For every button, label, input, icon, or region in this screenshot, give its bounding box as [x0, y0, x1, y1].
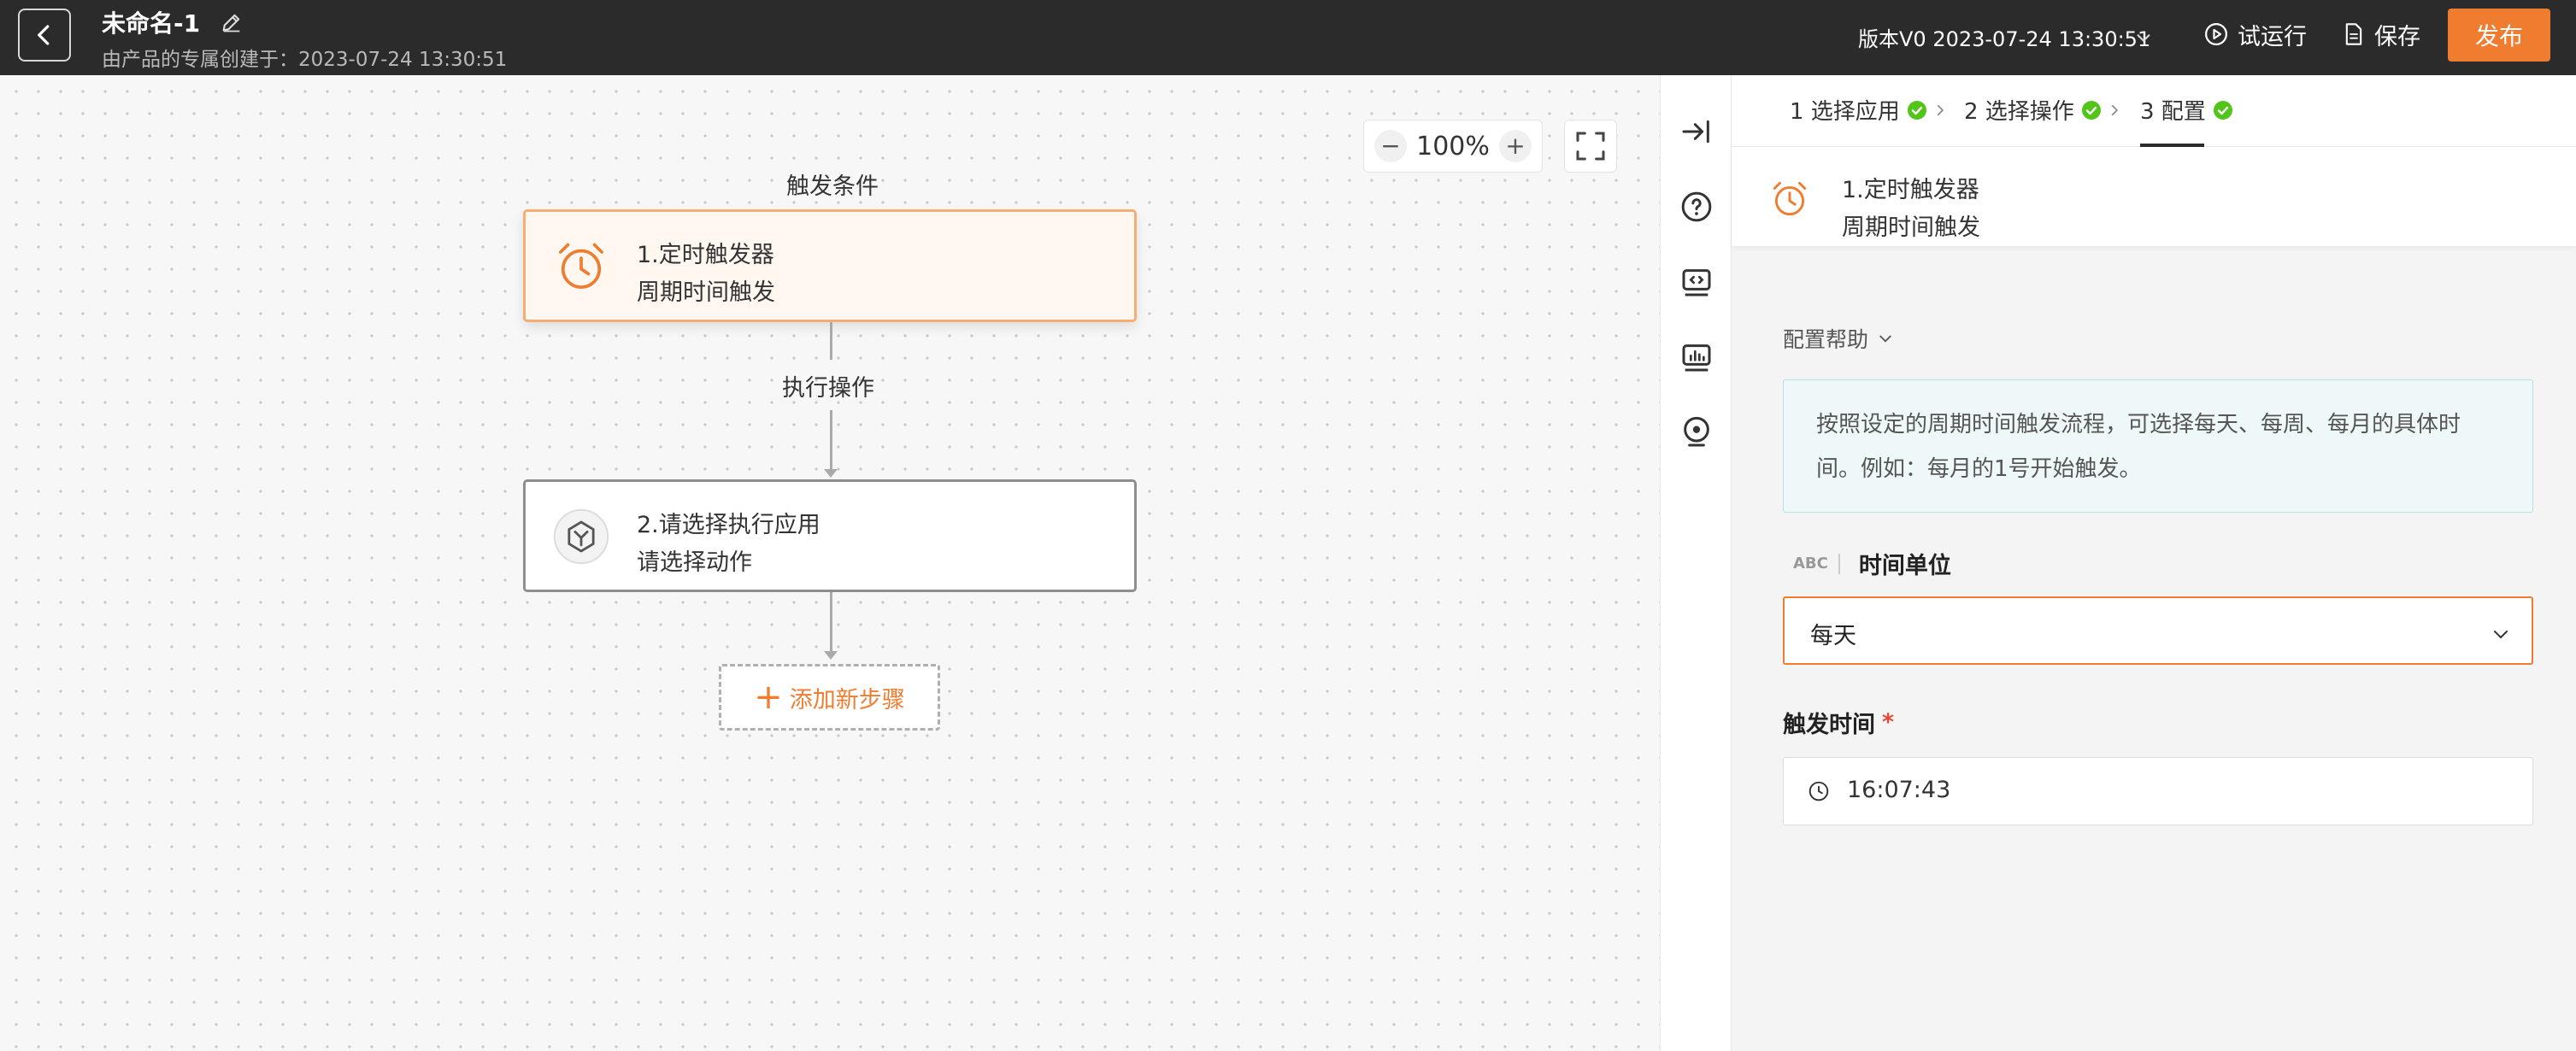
- app-cube-icon: [553, 508, 609, 565]
- version-selector[interactable]: 版本V0 2023-07-24 13:30:51: [1858, 22, 2150, 52]
- add-step-label: 添加新步骤: [789, 686, 905, 713]
- node-subtitle: 请选择动作: [637, 549, 752, 576]
- connector-line: [830, 322, 832, 360]
- test-run-label: 试运行: [2238, 23, 2307, 50]
- alarm-clock-icon: [1773, 181, 1807, 216]
- node-title: 2.请选择执行应用: [637, 512, 820, 538]
- log-icon[interactable]: [1679, 340, 1714, 374]
- chevron-down-icon: [2494, 631, 2508, 639]
- connector-arrow: [824, 469, 838, 478]
- side-rail: [1660, 75, 1732, 1051]
- document-icon: [2345, 23, 2362, 45]
- collapse-panel-icon[interactable]: [1679, 114, 1714, 149]
- chevron-down-icon[interactable]: [2134, 28, 2153, 47]
- time-unit-label: ABC 时间单位: [1793, 547, 1951, 580]
- zoom-in-button[interactable]: +: [1499, 130, 1532, 162]
- summary-subtitle: 周期时间触发: [1842, 214, 1980, 241]
- zoom-out-button[interactable]: −: [1374, 130, 1407, 162]
- title-area: 未命名-1: [102, 5, 244, 39]
- divider: [1838, 553, 1840, 574]
- play-circle-icon: [2205, 23, 2227, 45]
- steps-bar: 1 选择应用 2 选择操作 3 配置: [1732, 75, 2576, 147]
- flow-subtitle: 由产品的专属创建于：2023-07-24 13:30:51: [102, 49, 508, 71]
- time-unit-select[interactable]: 每天: [1783, 596, 2533, 665]
- active-step-indicator: [2140, 144, 2204, 147]
- plus-icon: +: [754, 678, 783, 717]
- edit-pencil-icon[interactable]: [220, 10, 244, 34]
- trigger-time-label: 触发时间 *: [1783, 706, 1894, 739]
- node-title: 1.定时触发器: [637, 242, 774, 268]
- zoom-control: − 100% +: [1363, 120, 1543, 173]
- step-select-app[interactable]: 1 选择应用: [1790, 94, 1948, 126]
- add-step-button[interactable]: + 添加新步骤: [719, 664, 940, 731]
- step-label: 1 选择应用: [1790, 99, 1900, 125]
- connector-line: [830, 592, 832, 652]
- connector-arrow: [824, 651, 838, 660]
- connector-line: [830, 410, 832, 471]
- step-label: 2 选择操作: [1964, 99, 2074, 125]
- alarm-clock-icon: [559, 243, 603, 289]
- flow-canvas[interactable]: − 100% + 触发条件 1.定时触发器 周期时间触发 执行操作 2.请选择执…: [0, 75, 1660, 1051]
- code-icon[interactable]: [1679, 265, 1714, 299]
- publish-button[interactable]: 发布: [2448, 9, 2550, 62]
- clock-icon: [1808, 781, 1829, 801]
- chevron-left-icon: [38, 25, 50, 45]
- fullscreen-button[interactable]: [1564, 120, 1617, 173]
- config-help-text: 按照设定的周期时间触发流程，可选择每天、每周、每月的具体时间。例如：每月的1号开…: [1783, 379, 2533, 513]
- back-button[interactable]: [18, 9, 71, 62]
- check-circle-icon: [1907, 100, 1926, 120]
- trigger-time-input[interactable]: 16:07:43: [1783, 757, 2533, 825]
- chevron-down-icon: [1879, 335, 1891, 343]
- required-mark: *: [1882, 709, 1895, 736]
- config-help-label: 配置帮助: [1783, 327, 1869, 352]
- trigger-section-label: 触发条件: [786, 173, 879, 200]
- flow-title: 未命名-1: [102, 9, 201, 38]
- location-icon[interactable]: [1679, 415, 1714, 449]
- time-unit-label-text: 时间单位: [1858, 553, 1951, 579]
- config-help-toggle[interactable]: 配置帮助: [1783, 323, 1894, 354]
- node-subtitle: 周期时间触发: [637, 279, 775, 306]
- step-select-action[interactable]: 2 选择操作: [1964, 94, 2122, 126]
- text-type-badge: ABC: [1793, 555, 1828, 572]
- step-configure[interactable]: 3 配置: [2140, 94, 2233, 126]
- check-circle-icon: [2213, 100, 2232, 120]
- help-icon[interactable]: [1679, 190, 1714, 224]
- trigger-node[interactable]: 1.定时触发器 周期时间触发: [523, 209, 1137, 322]
- check-circle-icon: [2081, 100, 2101, 120]
- chevron-right-icon: [2111, 104, 2118, 115]
- summary-title: 1.定时触发器: [1842, 177, 1979, 203]
- test-run-button[interactable]: 试运行: [2203, 19, 2307, 50]
- action-node[interactable]: 2.请选择执行应用 请选择动作: [523, 479, 1137, 592]
- config-panel: 1 选择应用 2 选择操作 3 配置 1.定时触发器 周期时间触发 配置帮助 按…: [1732, 75, 2576, 1051]
- trigger-time-value: 16:07:43: [1847, 777, 1951, 803]
- chevron-right-icon: [1937, 104, 1944, 115]
- trigger-time-label-text: 触发时间: [1783, 712, 1875, 738]
- step-label: 3 配置: [2140, 99, 2206, 125]
- trigger-summary-card: 1.定时触发器 周期时间触发: [1732, 147, 2576, 246]
- exec-section-label: 执行操作: [782, 375, 874, 402]
- fullscreen-icon: [1576, 132, 1605, 161]
- time-unit-value: 每天: [1810, 623, 1856, 649]
- top-bar: 未命名-1 由产品的专属创建于：2023-07-24 13:30:51 版本V0…: [0, 0, 2576, 75]
- save-label: 保存: [2374, 23, 2420, 50]
- save-button[interactable]: 保存: [2342, 19, 2420, 50]
- zoom-level: 100%: [1416, 131, 1490, 161]
